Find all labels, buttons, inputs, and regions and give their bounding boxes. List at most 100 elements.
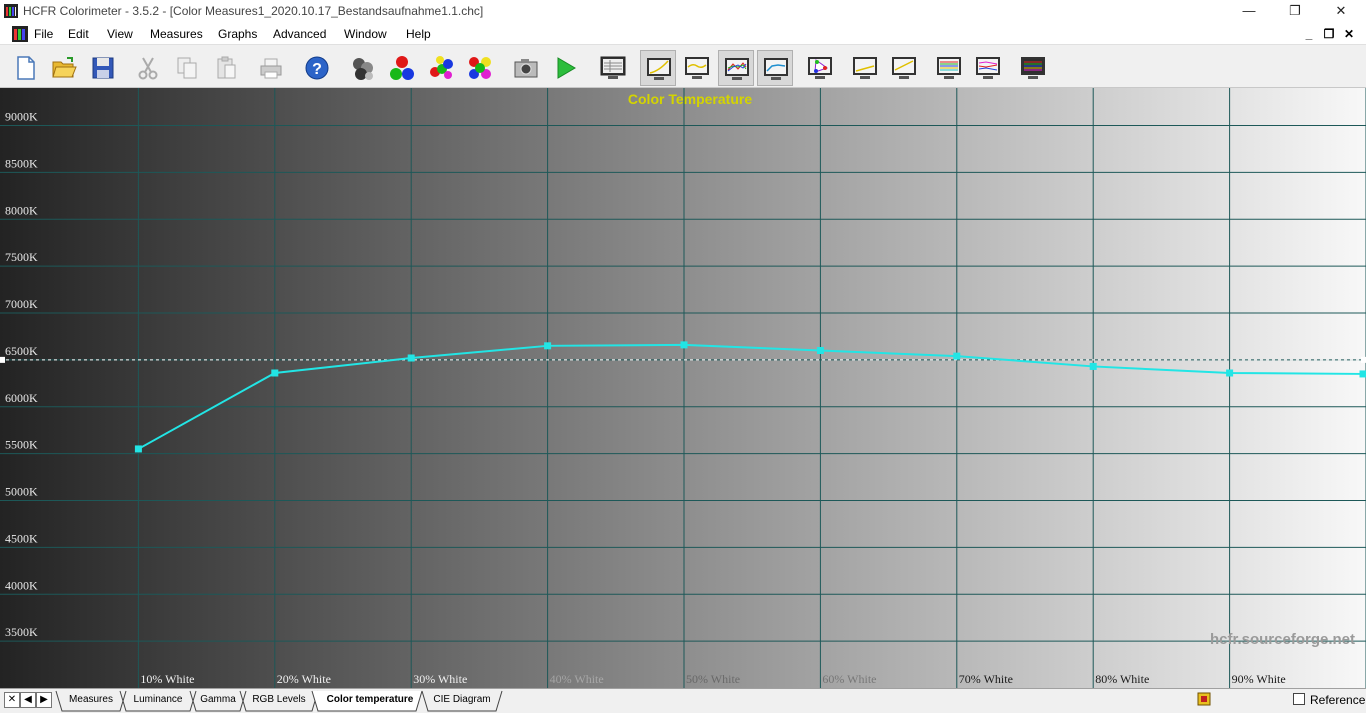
tab-close-button[interactable]: ✕ [4,692,20,708]
y-tick-label: 7500K [5,250,38,264]
view-near-white-button[interactable] [886,50,922,86]
y-tick-label: 3500K [5,625,38,639]
view-cie-diagram-button[interactable] [802,50,838,86]
near-white-graph-icon [892,57,916,79]
reference-marker-right [1361,356,1366,363]
title-bar: HCFR Colorimeter - 3.5.2 - [Color Measur… [0,0,1366,23]
cut-button[interactable] [130,50,166,86]
new-document-button[interactable] [7,50,43,86]
menu-view[interactable]: View [107,27,133,41]
multi-color-balls-icon [469,57,491,79]
rgb-button[interactable] [384,50,420,86]
data-point [1359,370,1366,378]
document-icon[interactable] [12,26,28,42]
tab-luminance[interactable]: Luminance [126,691,190,710]
x-category-label: 90% White [1232,672,1286,686]
rgb-balls-icon [390,56,414,80]
x-category-label: 80% White [1095,672,1149,686]
data-point [816,347,824,354]
x-axis-labels: 10% White 20% White 30% White 40% White 50% … [140,672,1285,686]
tab-gamma[interactable]: Gamma [196,691,240,710]
chart-background [0,88,1366,688]
copy-button[interactable] [169,50,205,86]
color-temperature-graph-icon [764,58,788,80]
rgb-levels-graph-icon [725,58,749,80]
gamma-graph-icon [685,57,709,79]
sensor-button[interactable] [345,50,381,86]
menu-graphs[interactable]: Graphs [218,27,257,41]
reference-marker-left [0,356,5,363]
view-saturation-luminance-button[interactable] [931,50,967,86]
save-button[interactable] [85,50,121,86]
view-saturation-shift-button[interactable] [970,50,1006,86]
view-near-black-button[interactable] [847,50,883,86]
window-title: HCFR Colorimeter - 3.5.2 - [Color Measur… [23,4,484,18]
data-point [1226,369,1234,377]
camera-button[interactable] [508,50,544,86]
data-point [407,354,415,362]
new-document-icon [17,56,35,80]
svg-text:?: ? [312,61,322,78]
print-button[interactable] [253,50,289,86]
paste-button[interactable] [208,50,244,86]
play-icon [557,57,576,79]
copy-icon [177,57,197,79]
tab-measures[interactable]: Measures [62,691,120,710]
view-luminance-button[interactable] [640,50,676,86]
help-button[interactable]: ? [299,50,335,86]
printer-icon [260,58,282,79]
mdi-restore-button[interactable]: ❐ [1320,25,1338,43]
primaries-button[interactable] [423,50,459,86]
color-balls-icon [430,56,453,79]
chart-canvas: 3500K 4000K 4500K 5000K 5500K 6000K 6500K 7000K… [0,88,1366,688]
view-rgb-levels-button[interactable] [718,50,754,86]
mdi-close-button[interactable]: ✕ [1340,25,1358,43]
tab-prev-button[interactable]: ◀ [20,692,36,708]
tab-cie-diagram[interactable]: CIE Diagram [428,691,496,710]
x-category-label: 60% White [822,672,876,686]
data-point [1089,362,1097,370]
secondaries-button[interactable] [462,50,498,86]
sensor-icon [353,58,373,80]
view-gamma-button[interactable] [679,50,715,86]
reference-label: Reference [1310,693,1366,707]
play-measure-button[interactable] [547,50,583,86]
watermark: hcfr.sourceforge.net [1209,631,1355,648]
data-point [544,342,552,350]
close-button[interactable]: ✕ [1318,0,1364,23]
tab-color-temperature[interactable]: Color temperature [318,691,422,710]
near-black-graph-icon [853,57,877,79]
view-colorchecker-button[interactable] [1015,50,1051,86]
y-tick-label: 5000K [5,485,38,499]
y-tick-label: 9000K [5,110,38,124]
y-tick-label: 4500K [5,531,38,545]
y-tick-label: 8500K [5,156,38,170]
menu-measures[interactable]: Measures [150,27,203,41]
menu-advanced[interactable]: Advanced [273,27,326,41]
camera-icon [514,59,538,78]
maximize-button[interactable]: ❐ [1272,0,1318,23]
chart-title: Color Temperature [627,91,753,107]
open-button[interactable] [46,50,82,86]
tab-rgb-levels[interactable]: RGB Levels [246,691,312,710]
view-color-temperature-button[interactable] [757,50,793,86]
x-category-label: 30% White [413,672,467,686]
x-category-label: 70% White [959,672,1013,686]
status-bar: ✕ ◀ ▶ Measures Luminance Gamma RGB Level… [0,688,1366,713]
x-category-label: 20% White [277,672,331,686]
menu-edit[interactable]: Edit [68,27,89,41]
menu-file[interactable]: File [34,27,53,41]
data-point [271,369,279,377]
reference-checkbox[interactable] [1293,693,1305,705]
tab-next-button[interactable]: ▶ [36,692,52,708]
data-point [953,352,961,360]
minimize-button[interactable]: — [1226,0,1272,23]
saturation-shift-graph-icon [976,57,1000,79]
status-indicator-icon [1197,692,1211,706]
help-icon: ? [305,56,329,80]
view-measures-button[interactable] [595,50,631,86]
menu-window[interactable]: Window [344,27,387,41]
menu-help[interactable]: Help [406,27,431,41]
mdi-minimize-button[interactable]: _ [1300,25,1318,43]
x-category-label: 50% White [686,672,740,686]
